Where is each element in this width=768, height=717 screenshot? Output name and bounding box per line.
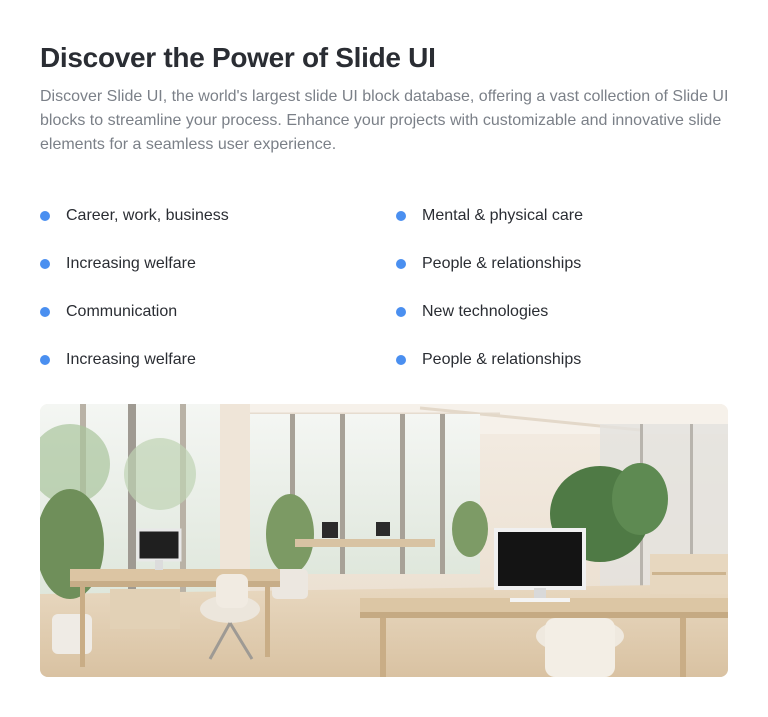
office-image [40,404,728,677]
bullet-dot-icon [40,307,50,317]
bullet-dot-icon [40,211,50,221]
intro-paragraph: Discover Slide UI, the world's largest s… [40,88,729,153]
feature-label: Increasing welfare [66,351,196,368]
bullet-dot-icon [40,355,50,365]
bullet-dot-icon [396,259,406,269]
feature-label: Increasing welfare [66,255,196,272]
feature-label: Communication [66,303,178,320]
feature-label: People & relationships [422,351,582,368]
feature-item: Increasing welfare [40,336,396,384]
bullet-dot-icon [40,259,50,269]
feature-item: New technologies [396,288,730,336]
bullet-dot-icon [396,211,406,221]
feature-item: Increasing welfare [40,240,396,288]
office-illustration [40,404,728,677]
feature-item: People & relationships [396,240,730,288]
feature-item: Mental & physical care [396,192,730,240]
feature-label: New technologies [422,303,549,320]
feature-item: Communication [40,288,396,336]
feature-label: Mental & physical care [422,207,583,224]
bullet-dot-icon [396,307,406,317]
feature-item: People & relationships [396,336,730,384]
bullet-dot-icon [396,355,406,365]
feature-label: People & relationships [422,255,582,272]
feature-item: Career, work, business [40,192,396,240]
feature-label: Career, work, business [66,207,229,224]
feature-list: Career, work, business Mental & physical… [40,192,730,384]
page-title: Discover the Power of Slide UI [40,42,436,73]
